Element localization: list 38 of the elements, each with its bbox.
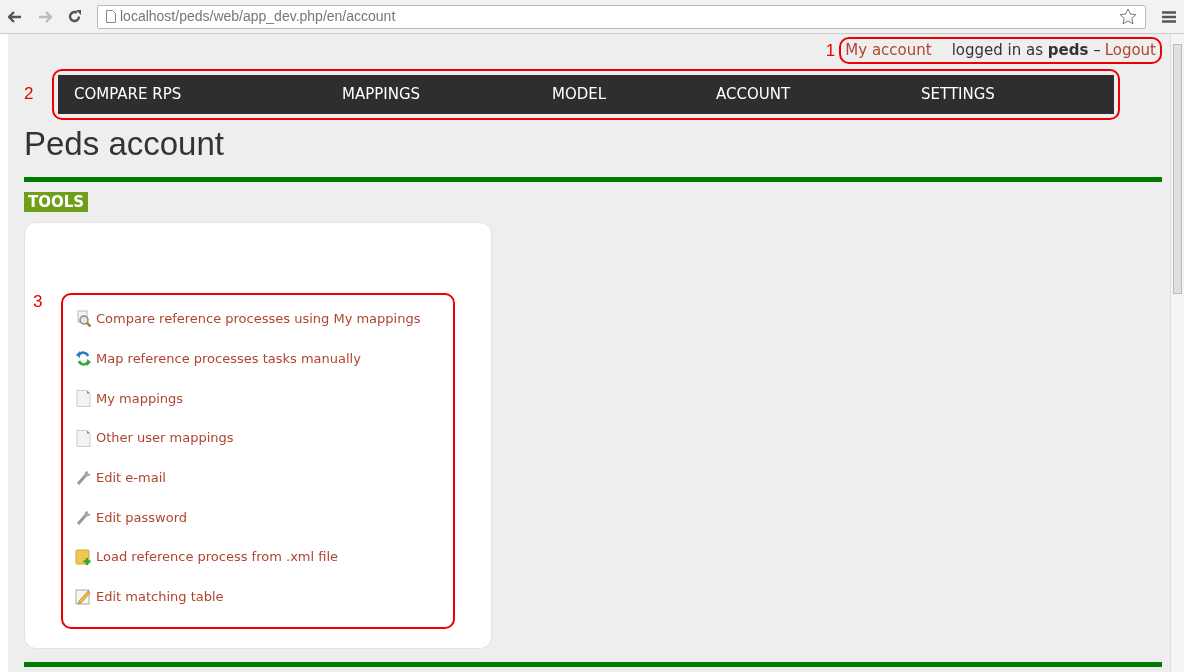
- menu-icon[interactable]: [1162, 10, 1176, 23]
- star-icon[interactable]: [1119, 8, 1137, 25]
- scrollbar[interactable]: [1170, 34, 1184, 672]
- nav-link[interactable]: ACCOUNT: [716, 82, 921, 106]
- tool-link[interactable]: Edit password: [96, 507, 188, 528]
- reload-icon[interactable]: [68, 10, 81, 23]
- nav-link[interactable]: SETTINGS: [921, 82, 995, 106]
- wrench-icon: [75, 508, 92, 526]
- logout-link[interactable]: Logout: [1104, 39, 1156, 62]
- folder-add-icon: [75, 548, 92, 566]
- magnifier-icon: [75, 310, 92, 328]
- tool-link[interactable]: Edit matching table: [96, 587, 224, 607]
- section-heading: TOOLS: [24, 192, 89, 213]
- tool-link[interactable]: Other user mappings: [96, 428, 234, 448]
- annotation-number: 2: [24, 83, 35, 106]
- document-icon: [75, 389, 92, 407]
- swap-arrows-icon: [75, 350, 92, 368]
- url-text: localhost/peds/web/app_dev.php/en/account: [120, 7, 396, 26]
- tool-link[interactable]: My mappings: [96, 388, 184, 409]
- tool-link[interactable]: Map reference processes tasks manually: [96, 348, 361, 369]
- tool-link[interactable]: Compare reference processes using My mappings: [96, 309, 421, 329]
- login-status-text: logged in as peds –: [951, 40, 1101, 61]
- my-account-link[interactable]: My account: [845, 39, 932, 62]
- tool-link[interactable]: Load reference process from .xml file: [96, 547, 339, 567]
- nav-link[interactable]: MAPPINGS: [342, 82, 552, 106]
- annotation-number: 3: [33, 293, 44, 314]
- back-icon[interactable]: [8, 10, 22, 23]
- nav-link[interactable]: COMPARE RPS: [74, 82, 342, 106]
- wrench-icon: [75, 469, 92, 487]
- nav-link[interactable]: MODEL: [552, 82, 716, 106]
- scrollbar-thumb[interactable]: [1173, 44, 1182, 294]
- page-title: Peds account: [24, 123, 225, 164]
- page-icon: [106, 10, 116, 23]
- pencil-note-icon: [75, 588, 92, 606]
- address-bar[interactable]: localhost/peds/web/app_dev.php/en/account: [97, 4, 1146, 29]
- tool-link[interactable]: Edit e-mail: [96, 467, 166, 488]
- annotation-number: 1: [825, 39, 836, 62]
- document-icon: [75, 429, 92, 447]
